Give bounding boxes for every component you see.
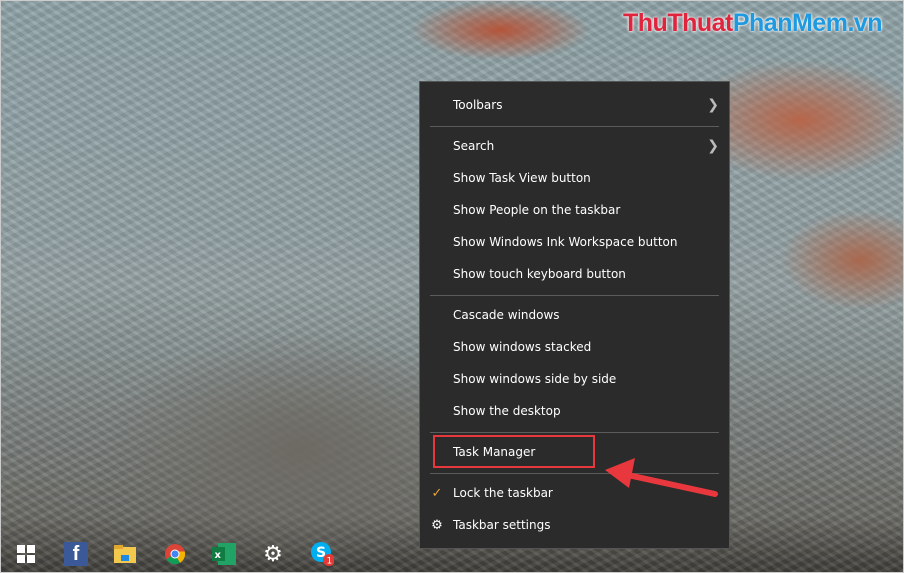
start-windows-icon[interactable] xyxy=(14,542,38,566)
label: Show touch keyboard button xyxy=(453,267,626,281)
excel-icon[interactable]: x xyxy=(212,542,236,566)
file-explorer-icon[interactable] xyxy=(113,542,137,566)
menu-item-search[interactable]: Search ❯ xyxy=(420,131,729,161)
chevron-right-icon: ❯ xyxy=(707,138,719,154)
menu-item-stacked[interactable]: Show windows stacked xyxy=(420,332,729,362)
svg-text:x: x xyxy=(215,550,222,561)
menu-item-cascade[interactable]: Cascade windows xyxy=(420,300,729,330)
label: Search xyxy=(453,139,495,153)
label: Lock the taskbar xyxy=(453,486,553,500)
label: Show windows stacked xyxy=(453,340,592,354)
logo-part1: ThuThuat xyxy=(623,9,733,37)
checkmark-icon: ✓ xyxy=(431,485,443,501)
chevron-right-icon: ❯ xyxy=(707,97,719,113)
label: Toolbars xyxy=(453,98,503,112)
label: Show Task View button xyxy=(453,171,591,185)
menu-item-people[interactable]: Show People on the taskbar xyxy=(420,195,729,225)
label: Show Windows Ink Workspace button xyxy=(453,235,678,249)
separator xyxy=(430,295,719,296)
label: Show People on the taskbar xyxy=(453,203,621,217)
label: Cascade windows xyxy=(453,308,560,322)
label: Show the desktop xyxy=(453,404,561,418)
menu-item-toolbars[interactable]: Toolbars ❯ xyxy=(420,90,729,120)
chrome-icon[interactable] xyxy=(163,542,187,566)
label: Taskbar settings xyxy=(453,518,551,532)
skype-icon[interactable]: S1 xyxy=(310,542,334,567)
menu-item-touch-keyboard[interactable]: Show touch keyboard button xyxy=(420,259,729,289)
skype-badge: 1 xyxy=(327,557,333,567)
facebook-icon[interactable]: f xyxy=(64,542,88,566)
menu-item-ink[interactable]: Show Windows Ink Workspace button xyxy=(420,227,729,257)
settings-gear-icon[interactable]: ⚙ xyxy=(261,542,285,567)
gear-icon: ⚙ xyxy=(431,517,443,533)
highlight-box xyxy=(433,435,595,468)
separator xyxy=(430,126,719,127)
separator xyxy=(430,432,719,433)
menu-item-side-by-side[interactable]: Show windows side by side xyxy=(420,364,729,394)
logo-part2: PhanMem.vn xyxy=(732,9,883,37)
pointer-arrow-icon xyxy=(605,458,718,497)
menu-item-show-desktop[interactable]: Show the desktop xyxy=(420,396,729,426)
label: Show windows side by side xyxy=(453,372,617,386)
menu-item-task-view[interactable]: Show Task View button xyxy=(420,163,729,193)
watermark-logo: ThuThuatPhanMem.vn xyxy=(623,9,883,38)
taskbar: f x ⚙ S1 xyxy=(1,534,904,573)
